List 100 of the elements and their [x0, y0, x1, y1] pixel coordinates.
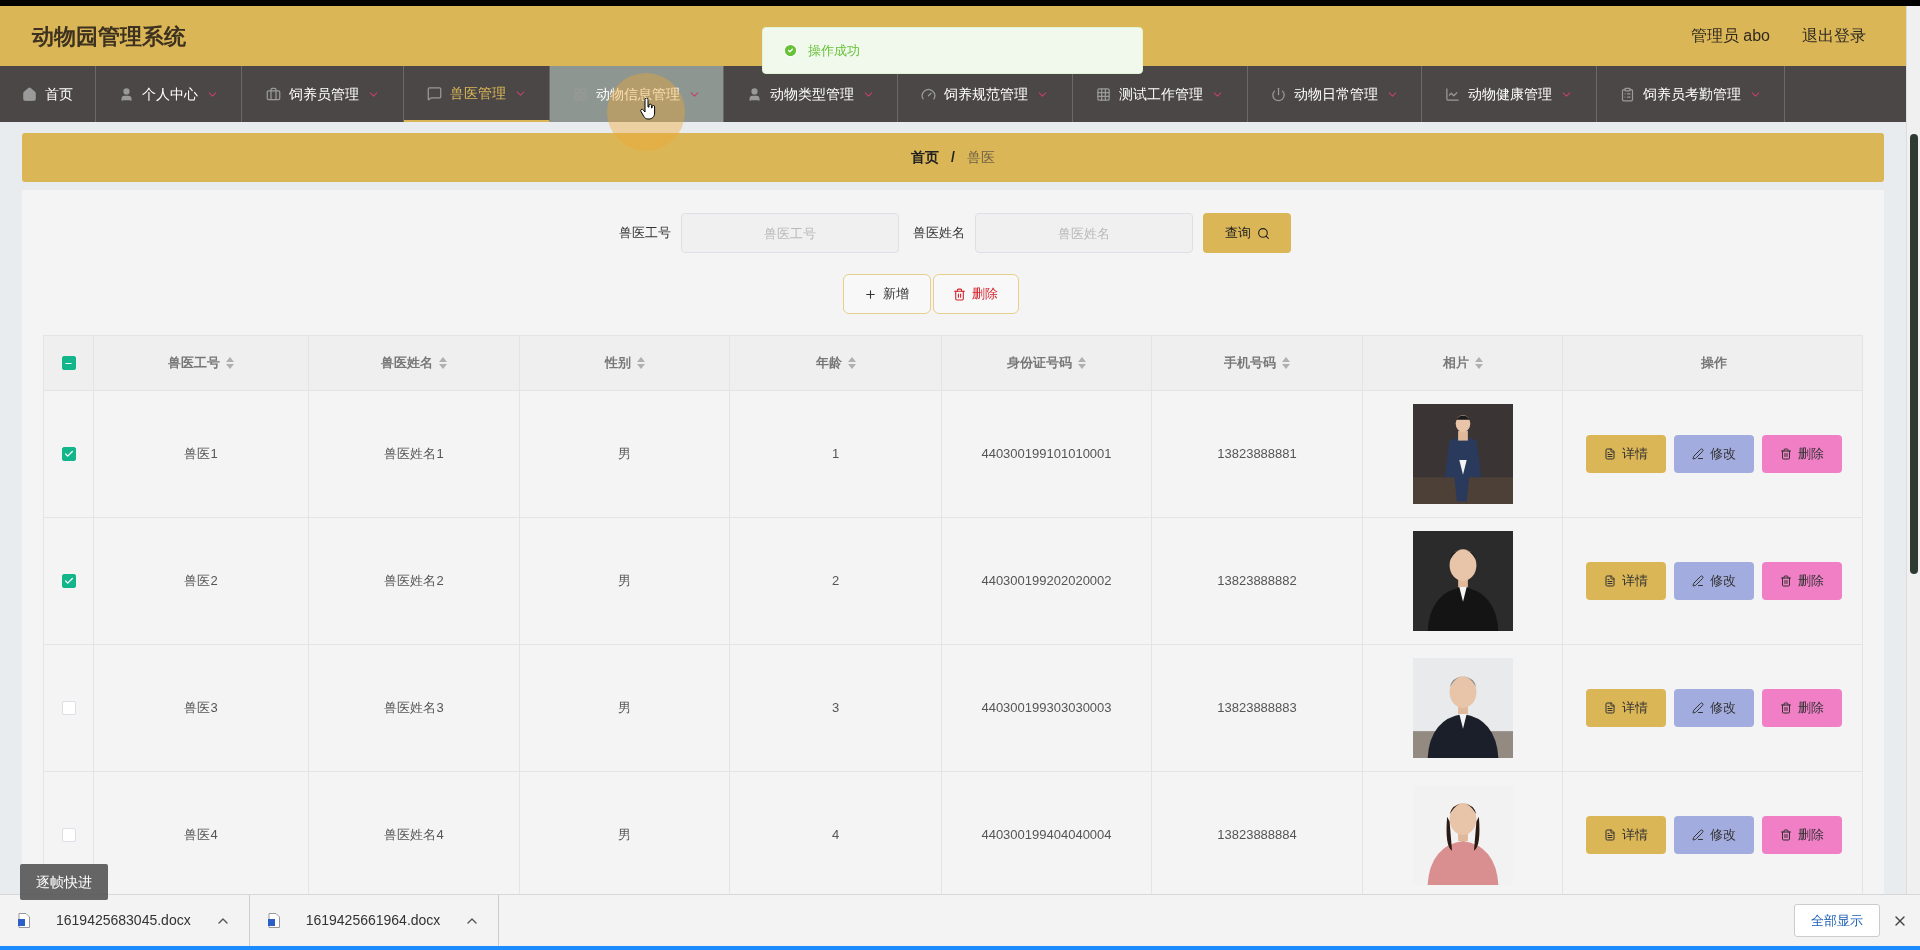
clipboard-icon [1619, 86, 1635, 102]
add-button[interactable]: 新增 [842, 274, 931, 314]
gauge-icon [921, 86, 936, 102]
row-checkbox[interactable] [61, 574, 76, 588]
logout-link[interactable]: 退出登录 [1802, 24, 1866, 48]
table-cell-text: 440300199101010001 [981, 445, 1112, 464]
delete-button[interactable]: 删除 [1761, 435, 1842, 473]
breadcrumb-separator: / [951, 148, 955, 167]
column-header: 身份证号码 [1007, 354, 1072, 373]
admin-name: 管理员 abo [1690, 26, 1770, 46]
search-icon [1256, 226, 1270, 240]
success-icon [783, 43, 798, 58]
column-header: 兽医工号 [168, 354, 220, 373]
delete-button[interactable]: 删除 [1761, 816, 1842, 854]
detail-button[interactable]: 详情 [1585, 689, 1666, 727]
table-cell-text: 男 [618, 445, 631, 464]
detail-button[interactable]: 详情 [1585, 435, 1666, 473]
sort-icon[interactable] [1474, 357, 1483, 369]
breadcrumb-current: 兽医 [966, 148, 995, 167]
sort-icon[interactable] [847, 357, 856, 369]
home-icon [22, 86, 37, 102]
table-cell-text: 13823888883 [1217, 699, 1297, 718]
delete-button[interactable]: 删除 [1761, 689, 1842, 727]
row-checkbox[interactable] [61, 447, 76, 461]
breadcrumb-link[interactable]: 首页 [911, 147, 940, 168]
plus-icon [864, 287, 877, 301]
detail-button[interactable]: 详情 [1585, 562, 1666, 600]
detail-icon [1603, 702, 1616, 714]
column-header: 相片 [1442, 354, 1469, 373]
sort-icon[interactable] [1282, 357, 1290, 369]
trash-icon [1779, 829, 1792, 841]
table-cell-text: 13823888884 [1217, 826, 1297, 845]
player-tooltip: 逐帧快进 [20, 864, 108, 900]
pen-icon [1691, 448, 1704, 460]
column-header: 年龄 [815, 354, 842, 373]
table-cell-text: 兽医2 [184, 572, 218, 591]
nav-tab[interactable]: 首页 [0, 66, 96, 122]
check-icon [63, 449, 74, 459]
table-cell-text: 13823888881 [1217, 445, 1297, 464]
nav-tab[interactable]: 动物健康管理 [1422, 66, 1597, 122]
detail-icon [1603, 575, 1616, 587]
grid-icon [1096, 86, 1111, 102]
table-cell-text: 440300199404040004 [981, 826, 1112, 845]
table-cell-text: 兽医3 [184, 699, 218, 718]
table-cell-text: 440300199303030003 [981, 699, 1112, 718]
sort-icon[interactable] [226, 357, 234, 369]
table-cell-text: 男 [618, 826, 631, 845]
table-cell-text: 2 [831, 572, 840, 591]
sort-icon[interactable] [1078, 357, 1086, 369]
search-button[interactable]: 查询 [1203, 213, 1291, 253]
table-cell-text: 13823888882 [1217, 572, 1297, 591]
app-title: 动物园管理系统 [32, 22, 186, 51]
table-cell-text: 兽医姓名3 [384, 699, 444, 718]
trash-icon [1779, 702, 1792, 714]
delete-button[interactable]: 删除 [932, 274, 1019, 314]
table-cell-text: 男 [618, 572, 631, 591]
nav-tab[interactable]: 个人中心 [96, 66, 242, 122]
chat-icon [426, 85, 442, 101]
table-cell-text: 兽医姓名1 [384, 445, 444, 464]
chart-icon [1445, 86, 1460, 102]
pen-icon [1691, 575, 1704, 587]
edit-button[interactable]: 修改 [1673, 816, 1754, 854]
sort-icon[interactable] [439, 357, 447, 369]
sort-icon[interactable] [636, 357, 645, 369]
select-all-checkbox[interactable] [61, 356, 76, 370]
check-icon [63, 576, 74, 586]
detail-icon [1603, 829, 1616, 841]
nav-tab[interactable]: 饲养员考勤管理 [1597, 66, 1785, 122]
table-cell-text: 1 [831, 445, 840, 464]
table-cell-text: 4 [831, 826, 840, 845]
field-label: 兽医工号 [619, 224, 671, 243]
table-cell-text: 兽医1 [184, 445, 218, 464]
briefcase-icon [265, 86, 281, 102]
detail-button[interactable]: 详情 [1585, 816, 1666, 854]
column-header: 兽医姓名 [381, 354, 433, 373]
nav-tab[interactable]: 饲养员管理 [242, 66, 404, 122]
scrollbar[interactable] [1906, 6, 1920, 894]
trash-icon [1779, 575, 1792, 587]
document-icon [267, 913, 280, 928]
trash-icon [1779, 448, 1792, 460]
table-cell-text: 兽医姓名4 [384, 826, 444, 845]
pen-icon [1691, 829, 1704, 841]
table-cell-text: 兽医姓名2 [384, 572, 444, 591]
table-cell-text: 兽医4 [184, 826, 218, 845]
user-icon [118, 86, 134, 102]
field-label: 兽医姓名 [913, 224, 965, 243]
edit-button[interactable]: 修改 [1673, 689, 1754, 727]
column-header: 性别 [604, 354, 631, 373]
table-cell-text: 3 [831, 699, 840, 718]
edit-button[interactable]: 修改 [1673, 562, 1754, 600]
download-item[interactable]: 1619425661964.docx [267, 910, 441, 931]
show-all-button[interactable]: 全部显示 [1794, 904, 1880, 937]
delete-button[interactable]: 删除 [1761, 562, 1842, 600]
column-header: 操作 [1700, 354, 1727, 373]
toast-message: 操作成功 [808, 41, 860, 60]
table-cell-text: 440300199202020002 [981, 572, 1112, 591]
download-item[interactable]: 1619425683045.docx [18, 910, 191, 931]
trash-icon [953, 287, 966, 301]
edit-button[interactable]: 修改 [1673, 435, 1754, 473]
nav-tab[interactable]: 动物日常管理 [1248, 66, 1422, 122]
